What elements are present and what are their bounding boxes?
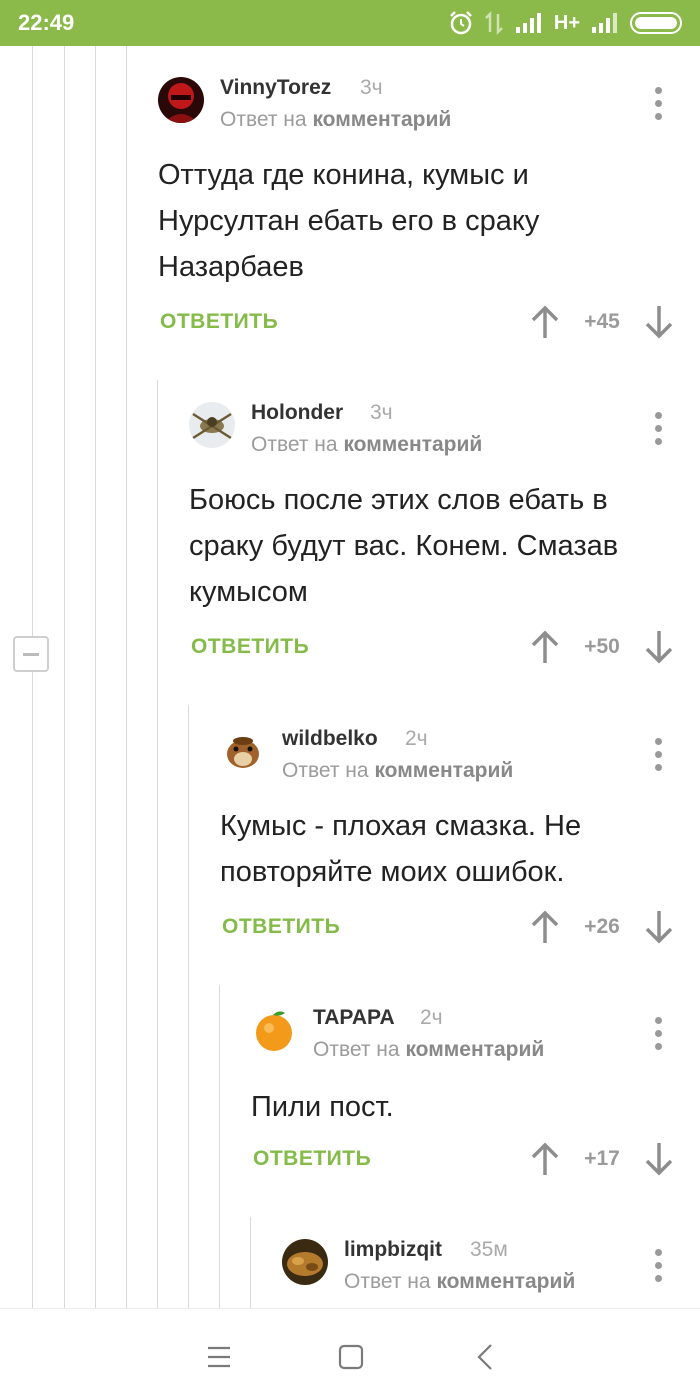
- more-options-icon[interactable]: [652, 738, 666, 772]
- downvote-icon[interactable]: [639, 302, 679, 342]
- data-transfer-icon: [484, 10, 503, 36]
- home-square-icon[interactable]: [331, 1337, 371, 1377]
- reply-target-link[interactable]: комментарий: [312, 108, 451, 131]
- comment-text: Пили пост.: [251, 1084, 394, 1130]
- comment-text-line: Назарбаев: [158, 251, 304, 283]
- downvote-icon[interactable]: [639, 1139, 679, 1179]
- comment-score: +17: [584, 1147, 620, 1170]
- comment-text-line: кумысом: [189, 576, 308, 608]
- comment-time: 3ч: [370, 401, 393, 424]
- comment-time: 35м: [470, 1238, 508, 1261]
- more-options-icon[interactable]: [652, 1017, 666, 1051]
- reply-info: Ответ на комментарий: [220, 108, 451, 132]
- comment: Holonder 3ч Ответ на комментарий Боюсь п…: [158, 385, 700, 685]
- upvote-icon[interactable]: [525, 1139, 565, 1179]
- comment-score: +45: [584, 310, 620, 333]
- reply-prefix: Ответ на: [313, 1038, 400, 1061]
- comment-text-line: сраку будут вас. Конем. Смазав: [189, 530, 619, 562]
- reply-info: Ответ на комментарий: [344, 1270, 575, 1294]
- comment-time: 2ч: [420, 1006, 443, 1029]
- comment-author[interactable]: VinnyTorez: [220, 76, 331, 100]
- comment-text-line: Боюсь после этих слов ебать в: [189, 484, 608, 516]
- reply-prefix: Ответ на: [344, 1270, 431, 1293]
- menu-icon[interactable]: [199, 1337, 239, 1377]
- comment-text-line: Кумыс - плохая смазка. Не: [220, 810, 582, 842]
- comment-score: +26: [584, 915, 620, 938]
- comment-author[interactable]: TAPAPA: [313, 1006, 395, 1030]
- more-options-icon[interactable]: [652, 1249, 666, 1283]
- comment-text-line: Пили пост.: [251, 1091, 394, 1123]
- reply-button[interactable]: ОТВЕТИТЬ: [160, 310, 278, 334]
- reply-button[interactable]: ОТВЕТИТЬ: [191, 635, 309, 659]
- upvote-icon[interactable]: [525, 302, 565, 342]
- comment-text: Кумыс - плохая смазка. Не повторяйте мои…: [220, 803, 581, 895]
- comment-text-line: Нурсултан ебать его в сраку: [158, 205, 540, 237]
- more-options-icon[interactable]: [652, 87, 666, 121]
- downvote-icon[interactable]: [639, 907, 679, 947]
- status-time: 22:49: [18, 10, 75, 35]
- status-bar: 22:49 H+: [0, 0, 700, 46]
- signal-icon: [515, 13, 541, 33]
- comment: limpbizqit 35м Ответ на комментарий: [251, 1222, 700, 1308]
- thread-guide-line: [32, 46, 33, 1308]
- upvote-icon[interactable]: [525, 907, 565, 947]
- comment-text: Оттуда где конина, кумыс и Нурсултан еба…: [158, 152, 539, 290]
- reply-target-link[interactable]: комментарий: [343, 433, 482, 456]
- reply-target-link[interactable]: комментарий: [374, 759, 513, 782]
- comment-text-line: повторяйте моих ошибок.: [220, 856, 565, 888]
- avatar[interactable]: [189, 402, 235, 448]
- reply-prefix: Ответ на: [251, 433, 338, 456]
- network-type: H+: [553, 11, 580, 34]
- alarm-icon: [449, 11, 472, 35]
- reply-info: Ответ на комментарий: [251, 433, 482, 457]
- system-navigation-bar: [0, 1308, 700, 1400]
- avatar[interactable]: [251, 1007, 297, 1053]
- reply-prefix: Ответ на: [282, 759, 369, 782]
- comment-author[interactable]: Holonder: [251, 401, 343, 425]
- reply-target-link[interactable]: комментарий: [436, 1270, 575, 1293]
- comment-author[interactable]: limpbizqit: [344, 1238, 442, 1262]
- thread-guide-line: [95, 46, 96, 1308]
- comment-time: 2ч: [405, 727, 428, 750]
- thread-guide-line: [64, 46, 65, 1308]
- comment-score: +50: [584, 635, 620, 658]
- comment-author[interactable]: wildbelko: [282, 727, 378, 751]
- downvote-icon[interactable]: [639, 627, 679, 667]
- comment-text-line: Оттуда где конина, кумыс и: [158, 159, 529, 191]
- collapse-thread-button[interactable]: [13, 636, 49, 672]
- reply-info: Ответ на комментарий: [313, 1038, 544, 1062]
- comment: wildbelko 2ч Ответ на комментарий Кумыс …: [189, 711, 700, 971]
- avatar[interactable]: [158, 77, 204, 123]
- reply-button[interactable]: ОТВЕТИТЬ: [253, 1147, 371, 1171]
- reply-target-link[interactable]: комментарий: [405, 1038, 544, 1061]
- avatar[interactable]: [282, 1239, 328, 1285]
- comment: VinnyTorez 3ч Ответ на комментарий Оттуд…: [127, 60, 700, 360]
- reply-button[interactable]: ОТВЕТИТЬ: [222, 915, 340, 939]
- more-options-icon[interactable]: [652, 412, 666, 446]
- reply-info: Ответ на комментарий: [282, 759, 513, 783]
- comment-time: 3ч: [360, 76, 383, 99]
- upvote-icon[interactable]: [525, 627, 565, 667]
- status-icons: H+: [448, 9, 682, 37]
- signal-icon-2: [592, 13, 617, 33]
- comment: TAPAPA 2ч Ответ на комментарий Пили пост…: [220, 990, 700, 1200]
- comment-text: Боюсь после этих слов ебать в сраку буду…: [189, 477, 618, 615]
- back-icon[interactable]: [466, 1337, 506, 1377]
- reply-prefix: Ответ на: [220, 108, 307, 131]
- battery-icon: [630, 12, 682, 34]
- avatar[interactable]: [220, 728, 266, 774]
